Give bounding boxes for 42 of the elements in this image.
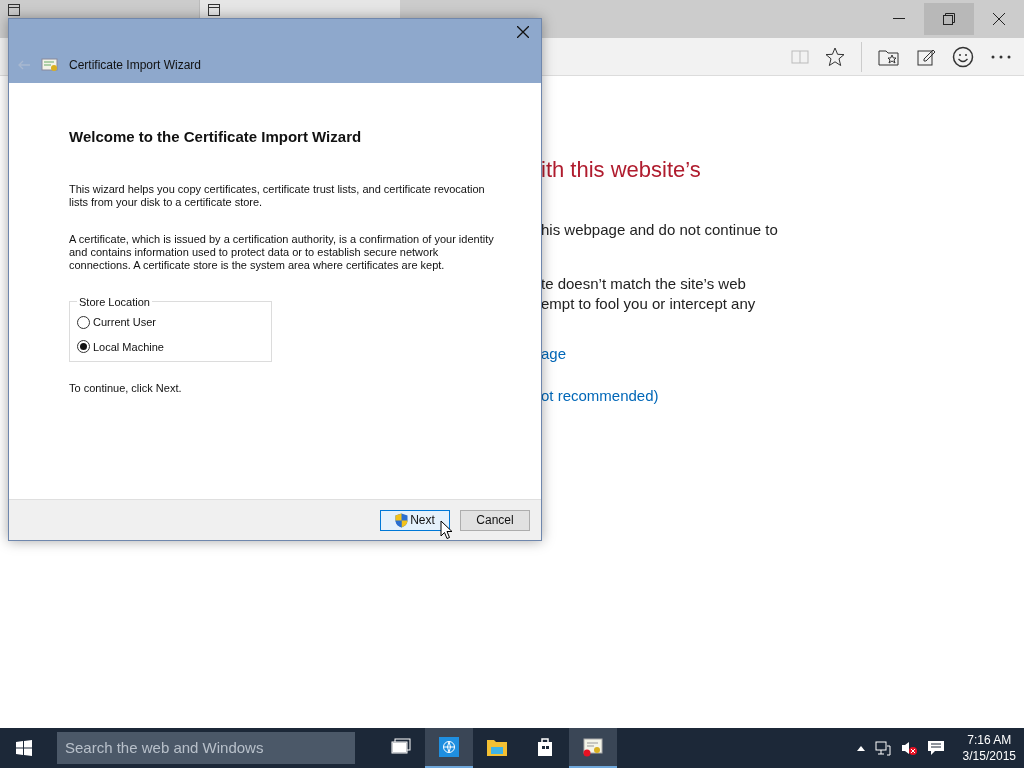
- continue-hint: To continue, click Next.: [69, 381, 183, 396]
- page-link[interactable]: age: [541, 344, 1024, 364]
- certificate-icon: [582, 736, 604, 758]
- wizard-heading: Welcome to the Certificate Import Wizard: [69, 127, 363, 147]
- taskbar-app[interactable]: [425, 728, 473, 768]
- restore-icon: [943, 13, 955, 25]
- close-icon: [517, 26, 529, 38]
- close-icon: [993, 13, 1005, 25]
- clock-time[interactable]: 7:16 AM: [967, 732, 1012, 748]
- page-heading: ith this website’s: [541, 156, 702, 184]
- restore-button[interactable]: [924, 3, 974, 35]
- next-button[interactable]: Next: [380, 509, 450, 531]
- page-paragraph: his webpage and do not continue to: [541, 220, 779, 240]
- radio-button[interactable]: [77, 340, 90, 354]
- group-label: Store Location: [78, 294, 151, 310]
- muted-speaker-icon[interactable]: [900, 740, 917, 756]
- smiley-icon[interactable]: [952, 45, 974, 68]
- dialog-title: Certificate Import Wizard: [69, 57, 202, 74]
- notifications-icon[interactable]: [926, 740, 945, 756]
- wizard-paragraph: This wizard helps you copy certificates, certificate trust lists, and certificate revocation lists from your disk to a certificate store.: [69, 182, 486, 209]
- wizard-paragraph: A certificate, which is issued by a certification authority, is a confirmation of your identity and contains information used to protect data or to establish secure network connections. A certificate store is the system area where certificates are kept.: [69, 232, 495, 272]
- cancel-button[interactable]: Cancel: [460, 509, 530, 531]
- more-icon[interactable]: [990, 53, 1012, 60]
- search-field[interactable]: Search the web and Windows: [57, 732, 355, 764]
- mouse-cursor-icon: [440, 520, 453, 540]
- globe-icon: [438, 736, 460, 758]
- page-link[interactable]: ot recommended): [541, 386, 1024, 406]
- radio-option[interactable]: Current User: [77, 314, 264, 331]
- clock-date[interactable]: 3/15/2015: [962, 748, 1016, 764]
- radio-button[interactable]: [77, 315, 90, 329]
- page-paragraph: te doesn’t match the site’s web empt to fool you or intercept any: [541, 274, 757, 314]
- page-icon: [208, 4, 220, 16]
- certificate-icon: [41, 57, 59, 73]
- shield-icon: [395, 512, 409, 528]
- page-icon: [8, 4, 20, 16]
- minimize-icon: [893, 18, 905, 20]
- caret-up-icon[interactable]: [856, 745, 865, 751]
- radio-option[interactable]: Local Machine: [77, 338, 264, 355]
- network-icon[interactable]: [874, 740, 891, 756]
- star-icon[interactable]: [825, 46, 845, 67]
- taskbar-app[interactable]: [569, 728, 617, 768]
- windows-icon: [16, 740, 32, 756]
